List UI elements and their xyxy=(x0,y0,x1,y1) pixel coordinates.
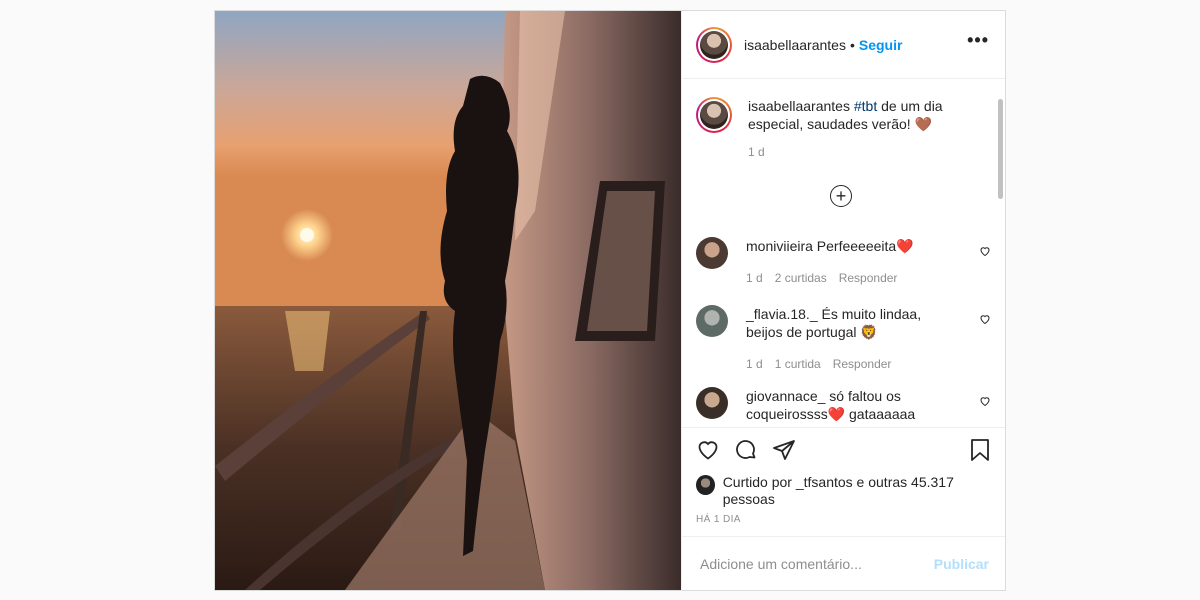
comment-likes[interactable]: 2 curtidas xyxy=(775,269,827,287)
comment-item: moniviieira Perfeeeeeita❤️ 1 d 2 curtida… xyxy=(696,237,991,287)
comment-meta: 1 d 1 curtida Responder xyxy=(746,355,956,373)
post-card: isaabellaarantes • Seguir ••• isaabellaa… xyxy=(214,10,1006,591)
separator-dot: • xyxy=(849,36,855,53)
post-photo[interactable] xyxy=(215,11,681,590)
heart-icon[interactable] xyxy=(979,245,991,260)
comment-text: Perfeeeeeita❤️ xyxy=(812,238,914,254)
author-username[interactable]: isaabellaarantes xyxy=(744,37,846,53)
liker-avatar[interactable] xyxy=(696,475,715,495)
heart-icon[interactable] xyxy=(979,313,991,328)
caption-meta: 1 d xyxy=(748,143,986,161)
likes-middle: e outras xyxy=(852,474,912,490)
comment-avatar[interactable] xyxy=(696,305,728,337)
heart-icon[interactable] xyxy=(979,395,991,410)
comment-body: moniviieira Perfeeeeeita❤️ 1 d 2 curtida… xyxy=(746,237,956,287)
like-heart-icon[interactable] xyxy=(696,438,720,467)
post-actions: Curtido por _tfsantos e outras 45.317 pe… xyxy=(682,427,1005,536)
comments-area[interactable]: isaabellaarantes #tbt de um dia especial… xyxy=(682,79,1005,427)
publish-button[interactable]: Publicar xyxy=(934,556,989,572)
post-header: isaabellaarantes • Seguir ••• xyxy=(682,11,1005,79)
likes-text: Curtido por _tfsantos e outras 45.317 pe… xyxy=(723,474,991,508)
reply-button[interactable]: Responder xyxy=(839,269,898,287)
comment-avatar[interactable] xyxy=(696,237,728,269)
comment-bubble-icon[interactable] xyxy=(734,438,758,467)
caption-avatar[interactable] xyxy=(696,97,732,133)
share-plane-icon[interactable] xyxy=(772,438,796,467)
post-timestamp[interactable]: HÁ 1 DIA xyxy=(696,514,991,525)
reply-button[interactable]: Responder xyxy=(833,355,892,373)
comment-avatar[interactable] xyxy=(696,387,728,419)
comment-likes[interactable]: 1 curtida xyxy=(775,355,821,373)
comment-username[interactable]: _flavia.18._ xyxy=(746,306,818,322)
caption-username[interactable]: isaabellaarantes xyxy=(748,98,850,114)
comment-body: _flavia.18._ És muito lindaa, beijos de … xyxy=(746,305,956,373)
follow-button[interactable]: Seguir xyxy=(859,37,903,53)
more-options-icon[interactable]: ••• xyxy=(967,31,989,49)
avatar-image xyxy=(700,101,728,129)
action-buttons xyxy=(696,430,991,474)
comment-username[interactable]: moniviieira xyxy=(746,238,813,254)
comment-item: _flavia.18._ És muito lindaa, beijos de … xyxy=(696,305,991,373)
comment-meta: 1 d 2 curtidas Responder xyxy=(746,269,956,287)
avatar-inner xyxy=(698,99,730,131)
plus-icon: + xyxy=(835,185,847,206)
bookmark-icon[interactable] xyxy=(969,438,991,467)
sunset-yacht-photo xyxy=(215,11,681,590)
caption: isaabellaarantes #tbt de um dia especial… xyxy=(696,97,986,161)
likes-summary: Curtido por _tfsantos e outras 45.317 pe… xyxy=(696,474,991,508)
scrollbar[interactable] xyxy=(998,99,1003,199)
comment-item: giovannace_ só faltou os coqueirossss❤️ … xyxy=(696,387,991,423)
likes-prefix: Curtido por xyxy=(722,474,796,490)
caption-body: isaabellaarantes #tbt de um dia especial… xyxy=(748,97,986,161)
comment-username[interactable]: giovannace_ xyxy=(746,388,825,404)
comment-input[interactable] xyxy=(698,554,934,573)
post-sidebar: isaabellaarantes • Seguir ••• isaabellaa… xyxy=(681,11,1005,590)
comment-time[interactable]: 1 d xyxy=(746,269,763,287)
liker-username[interactable]: _tfsantos xyxy=(796,474,853,490)
comment-time[interactable]: 1 d xyxy=(746,355,763,373)
avatar-inner xyxy=(698,28,730,61)
caption-hashtag[interactable]: #tbt xyxy=(854,98,877,114)
add-comment-bar: Publicar xyxy=(682,536,1005,590)
caption-time[interactable]: 1 d xyxy=(748,143,765,161)
author-avatar[interactable] xyxy=(696,26,732,63)
load-more-comments-button[interactable]: + xyxy=(830,185,852,207)
avatar-image xyxy=(700,30,728,59)
comment-body: giovannace_ só faltou os coqueirossss❤️ … xyxy=(746,387,956,423)
